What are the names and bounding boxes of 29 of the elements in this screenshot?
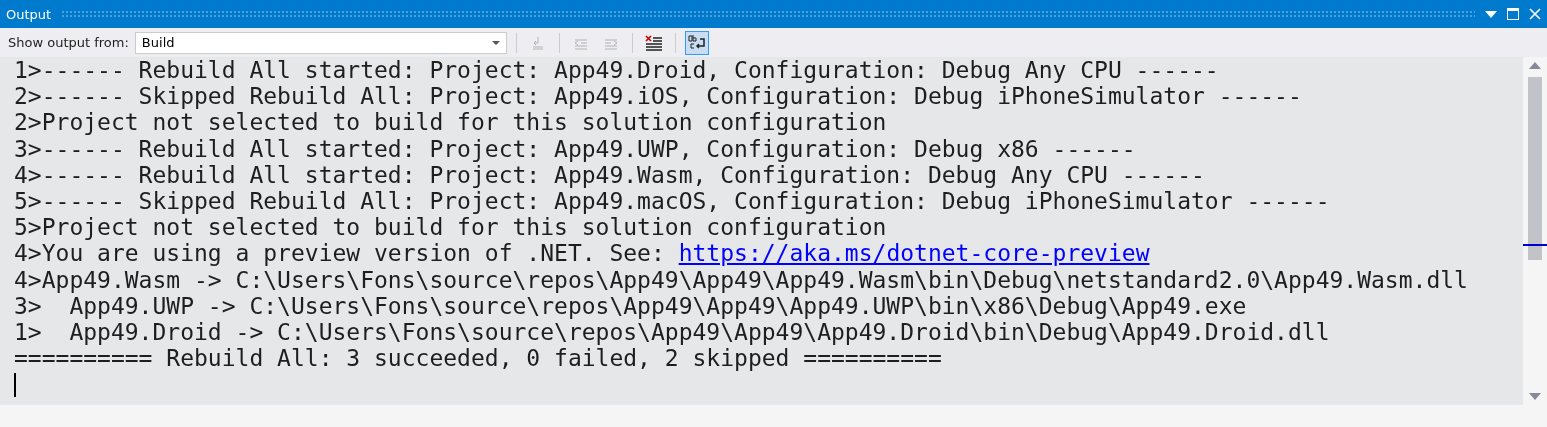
toolbar-button[interactable] bbox=[684, 30, 709, 55]
output-line: 4>App49.Wasm -> C:\Users\Fons\source\repos\App49\App49\App49.Wasm\bin\Debug\netstandard2.0\App49.Wasm.dll bbox=[14, 266, 1468, 293]
scroll-up-icon[interactable] bbox=[1529, 62, 1541, 69]
output-line: 2>Project not selected to build for this solution configuration bbox=[14, 109, 887, 136]
output-source-dropdown[interactable]: Build bbox=[134, 31, 507, 54]
output-line: 1>------ Rebuild All started: Project: App49.Droid, Configuration: Debug Any CPU ------ bbox=[14, 57, 1219, 83]
output-text-area[interactable] bbox=[0, 57, 1523, 405]
clear-all-icon bbox=[644, 34, 663, 51]
caret-position-marker bbox=[1523, 244, 1547, 246]
output-line: 3> App49.UWP -> C:\Users\Fons\source\repos\App49\App49\App49.UWP\bin\x86\Debug\App49.exe bbox=[14, 292, 1247, 319]
output-line: 4>------ Rebuild All started: Project: App49.Wasm, Configuration: Debug Any CPU ------ bbox=[14, 161, 1205, 188]
window-title: Output bbox=[6, 6, 52, 22]
caret-icon bbox=[491, 40, 500, 45]
output-line: 1> App49.Droid -> C:\Users\Fons\source\repos\App49\App49\App49.Droid\bin\Debug\App49.Droid.dll bbox=[14, 318, 1330, 345]
close-icon[interactable] bbox=[1529, 8, 1541, 20]
output-source-label: Show output from: bbox=[8, 35, 129, 50]
text-cursor bbox=[14, 373, 16, 398]
output-line: 4>You are using a preview version of .NET. See: bbox=[14, 240, 666, 267]
output-line: ========== Rebuild All: 3 succeeded, 0 failed, 2 skipped ========== bbox=[14, 345, 942, 372]
output-line: 5>------ Skipped Rebuild All: Project: App49.macOS, Configuration: Debug iPhoneSimulator ------ bbox=[14, 187, 1330, 214]
maximize-icon[interactable] bbox=[1507, 8, 1519, 20]
word-wrap-icon bbox=[687, 33, 706, 52]
output-line: 2>------ Skipped Rebuild All: Project: App49.iOS, Configuration: Debug iPhoneSimulator ------ bbox=[14, 83, 1302, 110]
output-line: 5>Project not selected to build for this solution configuration bbox=[14, 214, 887, 241]
dropdown-icon[interactable] bbox=[1485, 10, 1497, 18]
output-line: 3>------ Rebuild All started: Project: App49.UWP, Configuration: Debug x86 ------ bbox=[14, 135, 1136, 162]
scroll-thumb[interactable] bbox=[1528, 77, 1542, 260]
link[interactable]: https://aka.ms/dotnet-core-preview bbox=[678, 240, 1150, 267]
scroll-down-icon[interactable] bbox=[1529, 393, 1541, 400]
